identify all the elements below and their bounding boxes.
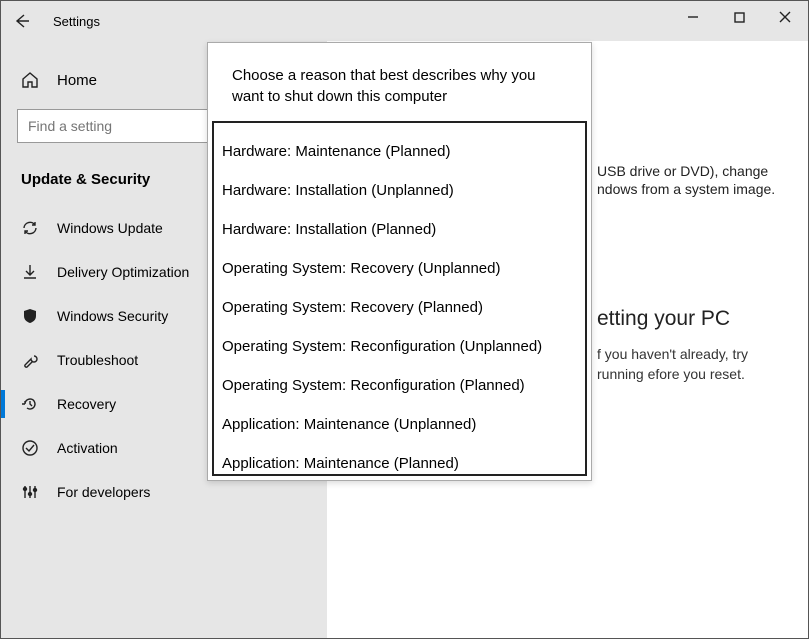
recovery-icon [21, 395, 39, 413]
maximize-button[interactable] [716, 1, 762, 33]
sidebar-item-label: Activation [57, 440, 118, 456]
popup-option[interactable]: Application: Maintenance (Planned) [214, 443, 585, 474]
app-title: Settings [53, 14, 100, 29]
popup-option[interactable]: Hardware: Maintenance (Planned) [214, 123, 585, 170]
back-button[interactable] [1, 1, 41, 41]
home-label: Home [57, 72, 97, 89]
close-button[interactable] [762, 1, 808, 33]
minimize-button[interactable] [670, 1, 716, 33]
partial-text-1: USB drive or DVD), change [597, 163, 778, 179]
partial-heading: etting your PC [597, 307, 778, 331]
download-icon [21, 263, 39, 281]
popup-prompt: Choose a reason that best describes why … [208, 43, 591, 121]
sync-icon [21, 219, 39, 237]
popup-option[interactable]: Application: Maintenance (Unplanned) [214, 404, 585, 443]
sliders-icon [21, 483, 39, 501]
sidebar-item-label: Windows Update [57, 220, 163, 236]
shield-icon [21, 307, 39, 325]
sidebar-item-label: Troubleshoot [57, 352, 138, 368]
popup-option[interactable]: Operating System: Recovery (Planned) [214, 287, 585, 326]
sidebar-item-label: For developers [57, 484, 150, 500]
popup-option[interactable]: Operating System: Reconfiguration (Plann… [214, 365, 585, 404]
popup-option[interactable]: Operating System: Reconfiguration (Unpla… [214, 326, 585, 365]
titlebar: Settings [1, 1, 808, 41]
wrench-icon [21, 351, 39, 369]
popup-option[interactable]: Hardware: Installation (Unplanned) [214, 170, 585, 209]
arrow-left-icon [12, 12, 30, 30]
sidebar-item-label: Recovery [57, 396, 116, 412]
shutdown-reason-popup: Choose a reason that best describes why … [207, 42, 592, 481]
popup-option[interactable]: Operating System: Recovery (Unplanned) [214, 248, 585, 287]
partial-text-2: ndows from a system image. [597, 181, 778, 197]
check-circle-icon [21, 439, 39, 457]
popup-options-list[interactable]: Hardware: Maintenance (Planned) Hardware… [212, 121, 587, 476]
sidebar-item-label: Delivery Optimization [57, 264, 189, 280]
window-controls [670, 1, 808, 33]
partial-body: f you haven't already, try running efore… [597, 345, 778, 384]
home-icon [21, 71, 39, 89]
sidebar-item-label: Windows Security [57, 308, 168, 324]
popup-option[interactable]: Hardware: Installation (Planned) [214, 209, 585, 248]
